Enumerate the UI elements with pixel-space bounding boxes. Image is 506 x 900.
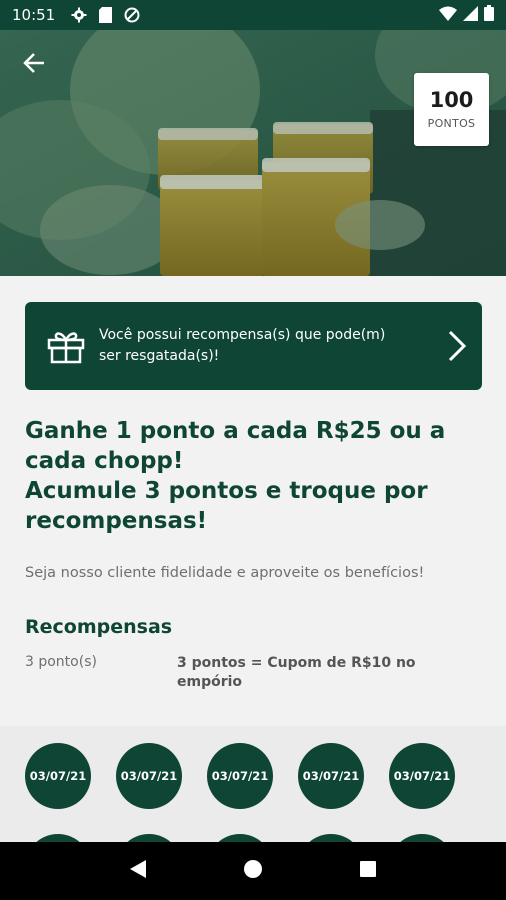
reward-description-line1: 3 pontos = Cupom de R$10 no bbox=[177, 655, 416, 671]
gift-icon bbox=[47, 328, 91, 364]
headline-line2: cada chopp! bbox=[25, 448, 184, 474]
points-label: PONTOS bbox=[427, 117, 476, 131]
nav-home-button[interactable] bbox=[233, 851, 273, 891]
system-nav-bar bbox=[0, 842, 506, 900]
wifi-icon bbox=[439, 6, 457, 25]
stamp: 03/07/21 bbox=[116, 743, 182, 809]
stamp bbox=[389, 834, 455, 842]
hero-image: 100 PONTOS bbox=[0, 30, 506, 276]
headline-line4: recompensas! bbox=[25, 508, 208, 534]
nav-recents-button[interactable] bbox=[348, 851, 388, 891]
stamp: 03/07/21 bbox=[25, 743, 91, 809]
promo-headline: Ganhe 1 ponto a cada R$25 ou a cada chop… bbox=[25, 416, 485, 536]
stamp: 03/07/21 bbox=[389, 743, 455, 809]
chevron-right-icon bbox=[436, 330, 466, 362]
stamp-card: 03/07/21 03/07/21 03/07/21 03/07/21 03/0… bbox=[0, 726, 506, 842]
reward-points: 3 ponto(s) bbox=[25, 654, 97, 670]
rewards-section-title: Recompensas bbox=[25, 616, 173, 638]
nav-back-button[interactable] bbox=[118, 851, 158, 891]
signal-icon bbox=[463, 5, 478, 25]
headline-line3: Acumule 3 pontos e troque por bbox=[25, 478, 428, 504]
stamp: 03/07/21 bbox=[298, 743, 364, 809]
redeem-rewards-banner[interactable]: Você possui recompensa(s) que pode(m) se… bbox=[25, 302, 482, 390]
status-time: 10:51 bbox=[12, 6, 56, 24]
status-bar: 10:51 bbox=[0, 0, 506, 30]
stamp bbox=[116, 834, 182, 842]
points-value: 100 bbox=[429, 87, 474, 112]
promo-subtitle: Seja nosso cliente fidelidade e aproveit… bbox=[25, 565, 425, 581]
beer-toast-photo bbox=[0, 30, 506, 276]
reward-banner-line1: Você possui recompensa(s) que pode(m) bbox=[99, 327, 386, 343]
stamp bbox=[25, 834, 91, 842]
stamp bbox=[207, 834, 273, 842]
back-button[interactable] bbox=[14, 50, 54, 80]
headline-line1: Ganhe 1 ponto a cada R$25 ou a bbox=[25, 418, 446, 444]
vpn-icon bbox=[124, 7, 140, 23]
reward-item: 3 ponto(s) 3 pontos = Cupom de R$10 no e… bbox=[25, 654, 485, 692]
stamp: 03/07/21 bbox=[207, 743, 273, 809]
points-badge: 100 PONTOS bbox=[414, 73, 489, 146]
stamp bbox=[298, 834, 364, 842]
reward-banner-line2: ser resgatada(s)! bbox=[99, 348, 220, 364]
reward-description-line2: empório bbox=[177, 674, 243, 690]
arrow-left-icon bbox=[23, 53, 45, 77]
gear-icon bbox=[71, 7, 87, 23]
battery-icon bbox=[484, 5, 494, 25]
back-triangle-icon bbox=[129, 859, 147, 883]
recents-square-icon bbox=[359, 860, 377, 882]
reward-description: 3 pontos = Cupom de R$10 no empório bbox=[177, 654, 437, 692]
sd-card-icon bbox=[99, 7, 113, 23]
reward-banner-text: Você possui recompensa(s) que pode(m) se… bbox=[99, 325, 436, 367]
home-circle-icon bbox=[243, 859, 263, 883]
